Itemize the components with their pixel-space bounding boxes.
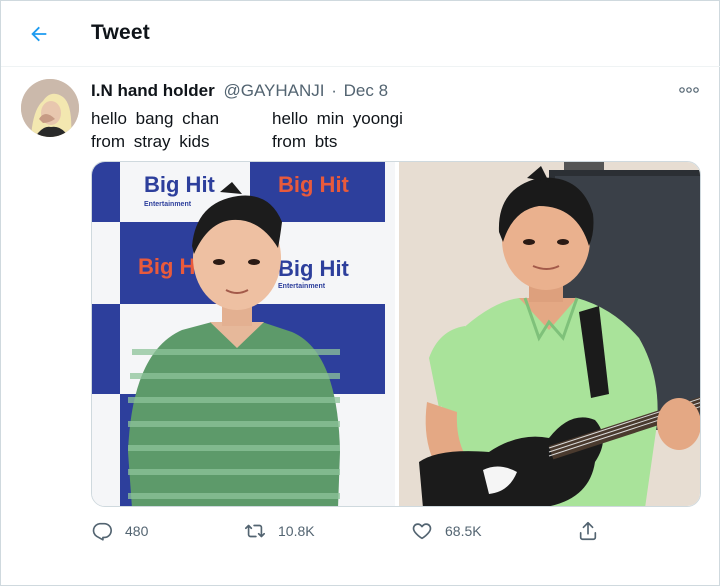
retweet-button[interactable]: 10.8K: [244, 515, 315, 547]
avatar[interactable]: [21, 79, 79, 137]
more-horizontal-icon: [679, 87, 699, 93]
reply-icon: [92, 522, 112, 541]
tweet-author-line: I.N hand holder @GAYHANJI · Dec 8: [91, 81, 388, 101]
reply-button[interactable]: 480: [91, 515, 148, 547]
photo-right-image: [399, 162, 700, 506]
page-title: Tweet: [91, 21, 150, 44]
tweet-page: Tweet I.N hand holder @GAYHANJI · Dec 8 …: [0, 0, 720, 586]
like-button[interactable]: 68.5K: [411, 515, 482, 547]
logo-text-1: Big Hit: [144, 172, 216, 197]
tweet-media[interactable]: Big Hit Entertainment Big Hit Big Hit En…: [91, 161, 701, 507]
share-button[interactable]: [577, 515, 599, 547]
more-options-button[interactable]: [677, 81, 701, 99]
media-photo-left[interactable]: Big Hit Entertainment Big Hit Big Hit En…: [92, 162, 395, 506]
arrow-left-icon: [31, 26, 47, 42]
separator-dot: ·: [331, 81, 337, 100]
heart-icon: [412, 523, 432, 540]
avatar-image: [21, 79, 79, 137]
retweet-count: 10.8K: [278, 523, 315, 539]
logo-subtext-3: Entertainment: [278, 283, 326, 290]
logo-subtext-1: Entertainment: [144, 201, 192, 208]
author-display-name[interactable]: I.N hand holder: [91, 81, 215, 100]
media-photo-right[interactable]: [399, 162, 700, 506]
reply-count: 480: [125, 523, 149, 539]
tweet-text-right: hello min yoongi from bts: [272, 109, 403, 151]
back-button[interactable]: [23, 18, 55, 50]
page-header: Tweet: [1, 1, 720, 67]
logo-text-3: Big Hit: [278, 256, 350, 281]
tweet-date[interactable]: Dec 8: [344, 81, 388, 100]
author-handle[interactable]: @GAYHANJI: [223, 81, 324, 100]
share-icon: [579, 521, 597, 541]
logo-text-2: Big Hit: [278, 172, 350, 197]
tweet-text-left: hello bang chan from stray kids: [91, 109, 220, 151]
photo-left-image: Big Hit Entertainment Big Hit Big Hit En…: [92, 162, 395, 506]
like-count: 68.5K: [445, 523, 482, 539]
retweet-icon: [245, 524, 265, 538]
tweet-actions-bar: 480 10.8K 68.5K: [91, 515, 701, 547]
